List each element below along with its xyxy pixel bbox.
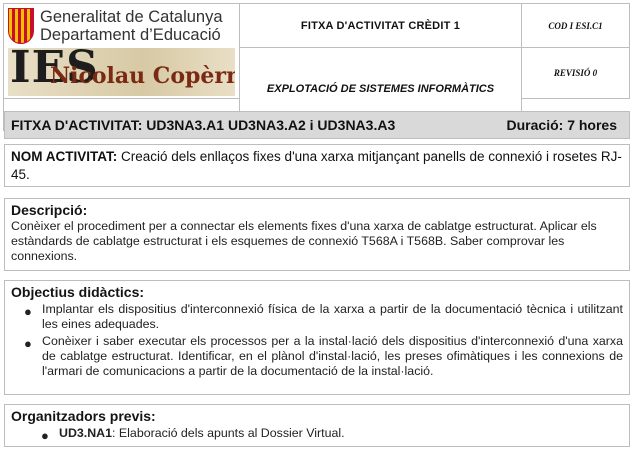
school-logo: IES Nicolau Copèrnic [8, 48, 235, 96]
prerequisites-list: ● UD3.NA1: Elaboració dels apunts al Doss… [11, 426, 623, 443]
prerequisites-heading: Organitzadors previs: [11, 408, 156, 424]
activity-title: FITXA D'ACTIVITAT: UD3NA3.A1 UD3NA3.A2 i… [11, 117, 396, 133]
list-item: ● UD3.NA1: Elaboració dels apunts al Doss… [11, 426, 623, 443]
description-section: Descripció: Conèixer el procediment per … [4, 198, 630, 271]
activity-name-section: NOM ACTIVITAT: Creació dels enllaços fix… [4, 144, 630, 187]
objectives-section: Objectius didàctics: ● Implantar els disp… [4, 280, 630, 395]
doc-code: COD I ESI.C1 [521, 3, 630, 48]
org-line1: Generalitat de Catalunya [40, 8, 223, 26]
objective-text: Implantar els dispositius d'interconnexi… [42, 302, 623, 331]
logos-cell: Generalitat de Catalunya Departament d’E… [3, 3, 240, 99]
school-logo-name: Nicolau Copèrnic [50, 63, 235, 89]
org-line2: Departament d’Educació [40, 26, 221, 44]
prerequisite-code: UD3.NA1 [59, 426, 113, 440]
bullet-icon: ● [41, 428, 49, 443]
generalitat-logo: Generalitat de Catalunya Departament d’E… [8, 6, 235, 46]
doc-revision: REVISIÓ 0 [521, 47, 630, 99]
bullet-icon: ● [24, 336, 32, 351]
bullet-icon: ● [24, 304, 32, 319]
list-item: ● Conèixer i saber executar els processos… [11, 334, 623, 379]
description-text: Conèixer el procediment per a connectar … [11, 219, 597, 263]
objectives-heading: Objectius didàctics: [11, 284, 145, 300]
catalan-flag-icon [8, 8, 34, 44]
objectives-list: ● Implantar els dispositius d'interconnex… [11, 302, 623, 379]
document-header: Generalitat de Catalunya Departament d’E… [3, 3, 630, 131]
activity-name-label: NOM ACTIVITAT: [11, 149, 118, 164]
activity-title-bar: FITXA D'ACTIVITAT: UD3NA3.A1 UD3NA3.A2 i… [4, 111, 630, 139]
prerequisites-section: Organitzadors previs: ● UD3.NA1: Elaborac… [4, 404, 630, 447]
activity-duration: Duració: 7 hores [506, 117, 617, 133]
list-item: ● Implantar els dispositius d'interconnex… [11, 302, 623, 332]
description-heading: Descripció: [11, 202, 88, 218]
doc-title: FITXA D'ACTIVITAT CRÈDIT 1 [239, 3, 522, 48]
objective-text: Conèixer i saber executar els processos … [42, 334, 623, 378]
prerequisite-text: : Elaboració dels apunts al Dossier Virt… [112, 426, 345, 440]
